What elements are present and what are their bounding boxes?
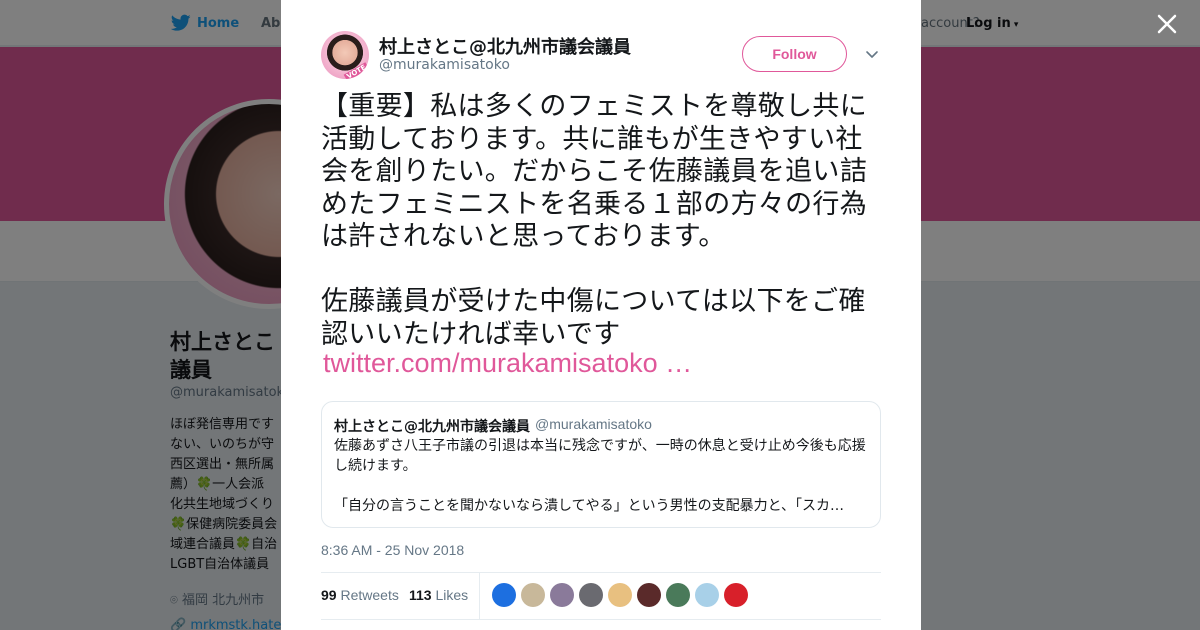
avatar-heart-icon[interactable]: [608, 583, 632, 607]
retweets-count: 99: [321, 587, 337, 603]
retweets-stat[interactable]: 99 Retweets: [321, 587, 399, 603]
quoted-author-handle: @murakamisatoko: [535, 416, 652, 432]
quoted-tweet[interactable]: 村上さとこ@北九州市議会議員 @murakamisatoko 佐藤あずさ八王子市…: [321, 401, 881, 528]
avatar-anime-icon[interactable]: [550, 583, 574, 607]
tweet-modal: VOTE 村上さとこ@北九州市議会議員 @murakamisatoko Foll…: [281, 0, 921, 630]
divider: [479, 573, 480, 619]
quoted-tweet-text: 佐藤あずさ八王子市議の引退は本当に残念ですが、一時の休息と受け止め今後も応援し続…: [334, 438, 866, 514]
author-handle[interactable]: @murakamisatoko: [379, 57, 510, 73]
tweet-text: 【重要】私は多くのフェミストを尊敬し共に活動しております。共に誰もが生きやすい社…: [321, 91, 867, 350]
chevron-down-icon[interactable]: [864, 46, 880, 62]
avatar-red-icon[interactable]: [724, 583, 748, 607]
likes-label: Likes: [435, 587, 469, 603]
likes-count: 113: [409, 587, 432, 603]
avatar-gray-icon[interactable]: [579, 583, 603, 607]
avatar-landscape-icon[interactable]: [666, 583, 690, 607]
divider: [321, 619, 881, 620]
retweets-label: Retweets: [340, 587, 399, 603]
divider: [321, 572, 881, 573]
avatar-bird-icon[interactable]: [695, 583, 719, 607]
author-avatar[interactable]: VOTE: [321, 31, 369, 79]
avatar-dark-icon[interactable]: [637, 583, 661, 607]
avatar-vote-badge: VOTE: [343, 62, 369, 79]
avatar-blue-icon[interactable]: [492, 583, 516, 607]
quoted-author-name: 村上さとこ@北九州市議会議員: [334, 419, 530, 435]
quoted-tweet-link[interactable]: twitter.com/murakamisatoko …: [323, 348, 692, 379]
close-icon[interactable]: [1155, 12, 1179, 36]
avatar-cartoon-icon[interactable]: [521, 583, 545, 607]
follow-button[interactable]: Follow: [742, 36, 847, 72]
tweet-timestamp[interactable]: 8:36 AM - 25 Nov 2018: [321, 542, 464, 558]
likes-stat[interactable]: 113 Likes: [409, 587, 468, 603]
author-name[interactable]: 村上さとこ@北九州市議会議員: [379, 33, 631, 59]
